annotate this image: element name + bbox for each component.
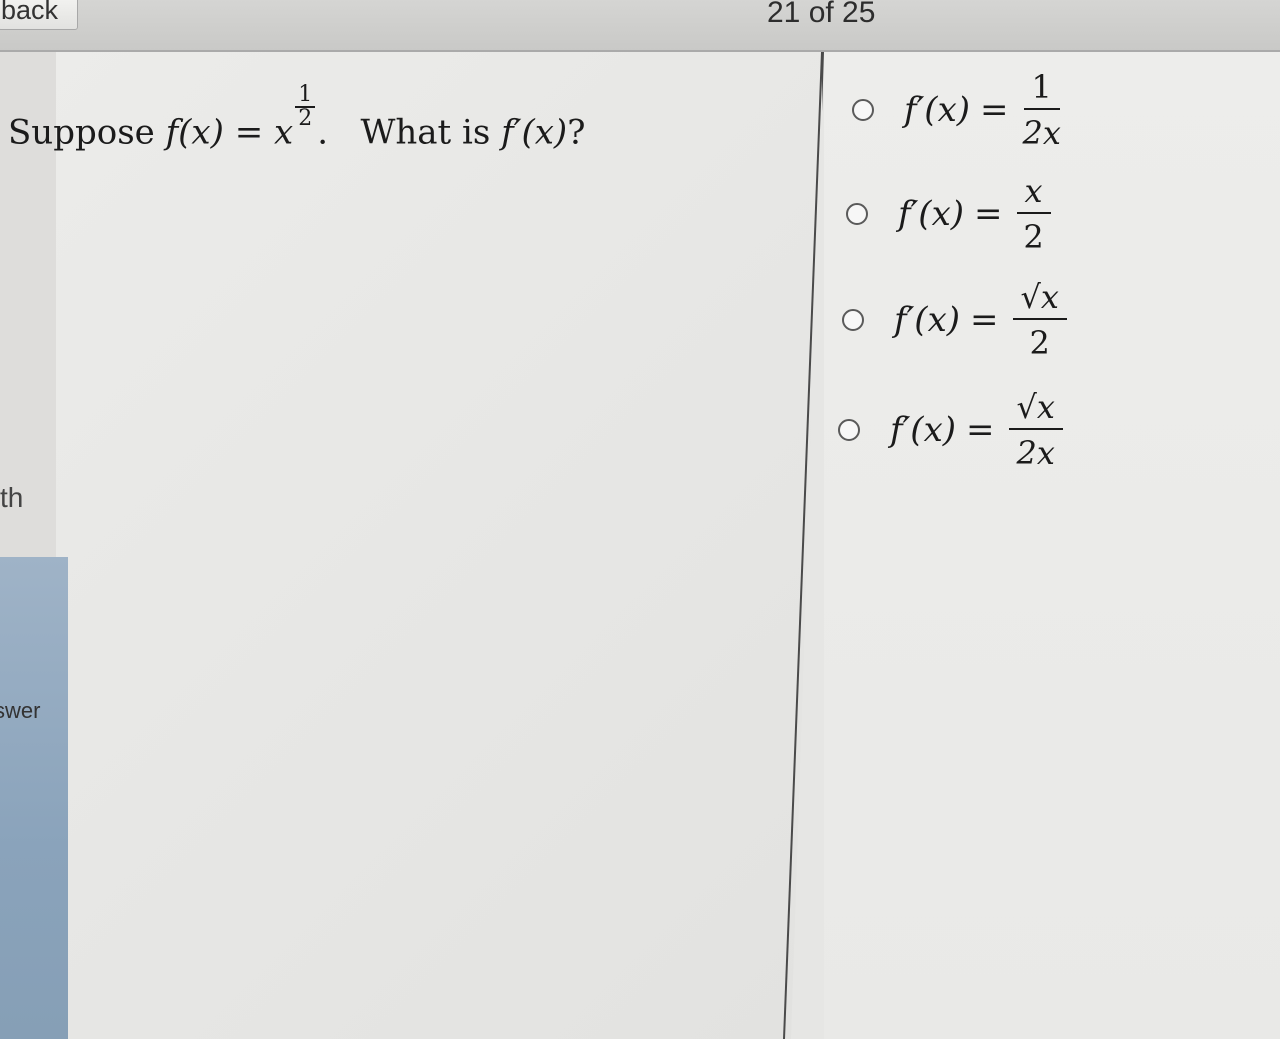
option-lhs: f′(x) (904, 90, 971, 130)
fraction-denominator: 2x (1022, 114, 1061, 152)
option-lhs: f′(x) (898, 194, 965, 234)
fraction-numerator: √x (1008, 388, 1063, 430)
question-base: x (274, 112, 294, 153)
question-mark: ? (567, 112, 586, 153)
option-equals: = (980, 90, 1009, 130)
question-prompt: What is (360, 112, 491, 153)
answer-option-4[interactable]: f′(x) = √x 2x (838, 388, 1063, 472)
question-equals: = (234, 112, 264, 153)
option-equals: = (966, 410, 995, 450)
option-expression: f′(x) = √x 2 (894, 278, 1067, 362)
question-target: f′(x) (501, 112, 568, 153)
radio-button[interactable] (846, 203, 868, 225)
fraction-numerator: 1 (1023, 68, 1060, 110)
side-panel-text-fragment: th (0, 482, 24, 513)
radio-button[interactable] (838, 419, 860, 441)
fraction-denominator: 2 (1023, 218, 1044, 256)
option-fraction: √x 2 (1012, 278, 1067, 362)
option-expression: f′(x) = 1 2x (904, 68, 1061, 152)
question-text: Suppose f(x) = x12. What is f′(x)? (8, 84, 585, 153)
question-period: . (317, 112, 328, 153)
option-fraction: x 2 (1016, 172, 1051, 256)
option-lhs: f′(x) (890, 410, 957, 450)
option-lhs: f′(x) (894, 300, 961, 340)
option-expression: f′(x) = √x 2x (890, 388, 1063, 472)
answer-option-1[interactable]: f′(x) = 1 2x (852, 68, 1061, 152)
fraction-numerator: √x (1012, 278, 1067, 320)
question-function: f(x) (165, 112, 224, 153)
option-fraction: √x 2x (1008, 388, 1063, 472)
question-exponent: 12 (295, 84, 316, 131)
side-panel-lower (0, 557, 68, 1039)
exponent-numerator: 1 (295, 84, 316, 108)
fraction-denominator: 2 (1029, 324, 1050, 362)
pane-divider (782, 52, 822, 1039)
question-progress: 21 of 25 (767, 0, 876, 29)
radio-button[interactable] (852, 99, 874, 121)
exponent-denominator: 2 (298, 106, 313, 131)
question-lead: Suppose (8, 112, 155, 153)
back-button[interactable]: back (0, 0, 78, 30)
question-pane (0, 52, 824, 1039)
option-expression: f′(x) = x 2 (898, 172, 1051, 256)
radio-button[interactable] (842, 309, 864, 331)
side-panel-answer-fragment: swer (0, 698, 41, 723)
top-toolbar: back 21 of 25 (0, 0, 1280, 52)
option-fraction: 1 2x (1023, 68, 1061, 152)
option-equals: = (974, 194, 1003, 234)
answer-option-2[interactable]: f′(x) = x 2 (846, 172, 1051, 256)
fraction-denominator: 2x (1016, 434, 1055, 472)
answer-option-3[interactable]: f′(x) = √x 2 (842, 278, 1067, 362)
fraction-numerator: x (1016, 172, 1051, 214)
option-equals: = (970, 300, 999, 340)
